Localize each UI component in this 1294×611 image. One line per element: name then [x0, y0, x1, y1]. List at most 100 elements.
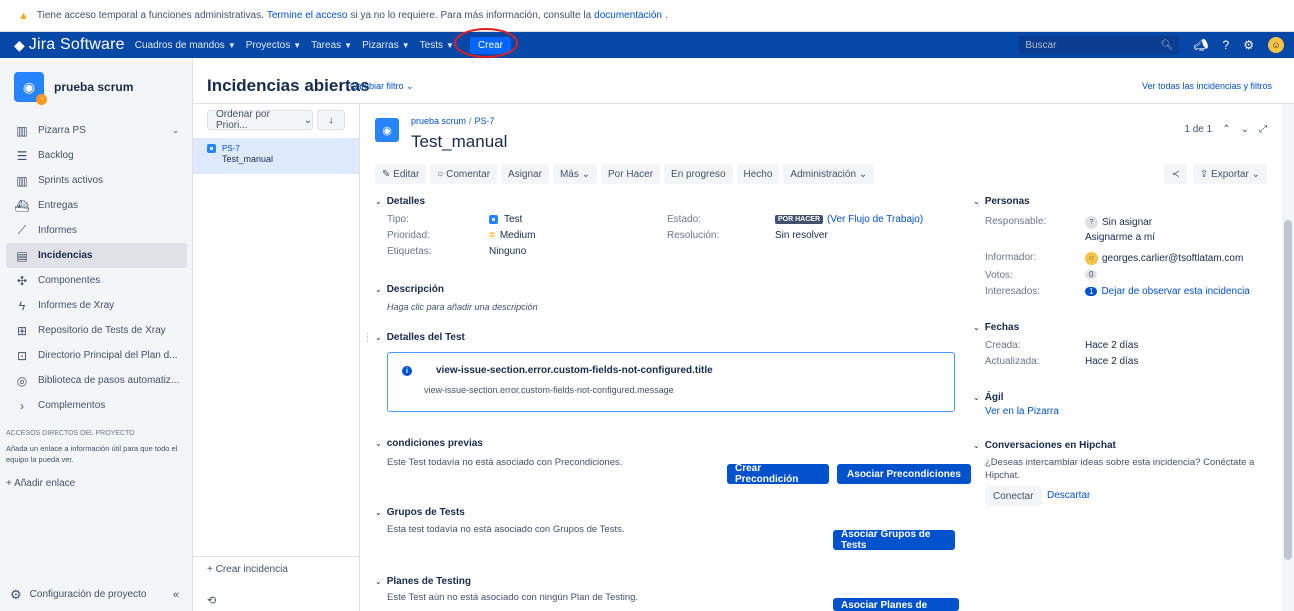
project-header[interactable]: ◉ ◔ prueba scrum [14, 72, 133, 105]
chevron-down-icon: ⌄ [303, 114, 312, 126]
edit-button[interactable]: ✎ Editar [375, 164, 427, 184]
change-filter-link[interactable]: Cambiar filtro ⌄ [350, 81, 414, 92]
votes-count: 0 [1085, 270, 1098, 279]
shortcuts-description: Añada un enlace a información útil para … [6, 444, 178, 464]
chevron-down-icon: ⌄ [581, 168, 591, 180]
assignee-value[interactable]: ? Sin asignar [1085, 216, 1152, 229]
votes-value[interactable]: 0 [1085, 270, 1098, 279]
sidebar-item-library[interactable]: ◎ Biblioteca de pasos automatiz... [6, 368, 187, 393]
search-input[interactable]: Buscar 🔍︎ [1019, 36, 1180, 54]
comment-button[interactable]: ○ Comentar [430, 164, 498, 184]
nav-projects[interactable]: Proyectos ▼ [246, 40, 301, 51]
chevron-down-icon: ⌄ [973, 197, 980, 206]
test-plans-heading[interactable]: ⌄ Planes de Testing [375, 576, 471, 587]
scroll-thumb[interactable] [1284, 220, 1292, 560]
view-all-link[interactable]: Ver todas las incidencias y filtros [1142, 81, 1272, 91]
backlog-icon: ☰ [16, 148, 28, 163]
ship-icon: ⛴ [14, 198, 30, 213]
sidebar-item-reports[interactable]: ⟋ Informes [6, 218, 187, 243]
view-on-board-link[interactable]: Ver en la Pizarra [985, 406, 1059, 417]
chevron-down-icon: ⌄ [375, 197, 382, 206]
sidebar-item-backlog[interactable]: ☰ Backlog [6, 143, 187, 168]
sidebar-item-issues[interactable]: ▤ Incidencias [6, 243, 187, 268]
connect-button[interactable]: Conectar [985, 486, 1042, 506]
project-avatar-small[interactable]: ◉ [375, 118, 399, 142]
project-settings[interactable]: ⚙ Configuración de proyecto « [0, 578, 193, 611]
reporter-value[interactable]: ☺ georges.carlier@tsoftlatam.com [1085, 252, 1243, 265]
description-heading[interactable]: ⌄ Descripción [375, 284, 444, 295]
nav-tests[interactable]: Tests ▼ [420, 40, 454, 51]
logo-text: Jira Software [28, 36, 125, 53]
done-button[interactable]: Hecho [736, 164, 780, 184]
todo-button[interactable]: Por Hacer [601, 164, 661, 184]
project-badge-icon: ◔ [36, 94, 47, 105]
notifications-icon[interactable]: 📣︎ [1193, 38, 1208, 52]
gear-icon[interactable]: ⚙ [1243, 38, 1254, 52]
scrollbar[interactable] [1282, 104, 1294, 611]
sidebar-item-components[interactable]: ✣ Componentes [6, 268, 187, 293]
assign-button[interactable]: Asignar [501, 164, 549, 184]
priority-value: = Medium [489, 230, 536, 241]
associate-test-groups-button[interactable]: Asociar Grupos de Tests [833, 529, 955, 551]
in-progress-button[interactable]: En progreso [664, 164, 733, 184]
help-icon[interactable]: ? [1223, 38, 1230, 52]
reporter-label: Informador: [985, 252, 1037, 263]
drag-handle-icon[interactable]: ⋮ [363, 332, 372, 343]
created-label: Creada: [985, 340, 1021, 351]
end-access-link[interactable]: Termine el acceso [267, 10, 348, 21]
sidebar-item-board[interactable]: ▥ Pizarra PS ⌄ [6, 118, 187, 143]
sidebar-item-xray-reports[interactable]: ϟ Informes de Xray [6, 293, 187, 318]
sidebar-item-plan-dir[interactable]: ⊡ Directorio Principal del Plan d... [6, 343, 187, 368]
collapse-sidebar-icon[interactable]: « [173, 589, 179, 601]
sidebar-item-addons[interactable]: › Complementos [6, 393, 187, 418]
agile-heading[interactable]: ⌄ Ágil [973, 392, 1004, 403]
assign-me-link[interactable]: Asignarme a mí [1085, 232, 1155, 243]
status-value: POR HACER (Ver Flujo de Trabajo) [775, 214, 923, 225]
user-avatar[interactable]: ☺ [1268, 37, 1284, 53]
sort-direction-button[interactable]: ↓ [317, 110, 345, 130]
create-issue-link[interactable]: + Crear incidencia [207, 564, 288, 575]
status-label: Estado: [667, 214, 701, 225]
jira-logo[interactable]: ◆ Jira Software [14, 36, 125, 54]
nav-boards[interactable]: Pizarras ▼ [362, 40, 410, 51]
message-title: view-issue-section.error.custom-fields-n… [436, 365, 713, 376]
nav-dashboards[interactable]: Cuadros de mandos ▼ [135, 40, 236, 51]
create-precondition-button[interactable]: Crear Precondición [727, 463, 829, 485]
dates-heading[interactable]: ⌄ Fechas [973, 322, 1019, 333]
search-placeholder: Buscar [1025, 39, 1057, 51]
workflow-link[interactable]: (Ver Flujo de Trabajo) [827, 214, 923, 225]
jira-logo-icon: ◆ [14, 36, 25, 53]
sidebar-item-xray-repo[interactable]: ⊞ Repositorio de Tests de Xray [6, 318, 187, 343]
details-heading[interactable]: ⌄ Detalles [375, 196, 425, 207]
list-item[interactable]: PS-7 Test_manual [193, 138, 359, 174]
sidebar-item-sprints[interactable]: ▥ Sprints activos [6, 168, 187, 193]
add-link[interactable]: + Añadir enlace [6, 478, 75, 489]
shortcuts-title: ACCESOS DIRECTOS DEL PROYECTO [6, 430, 135, 437]
order-dropdown[interactable]: Ordenar por Priori... ⌄ [207, 109, 313, 131]
breadcrumb-project[interactable]: prueba scrum [411, 116, 466, 126]
status-badge: POR HACER [775, 215, 824, 224]
nav-issues[interactable]: Tareas ▼ [311, 40, 352, 51]
more-button[interactable]: Más ⌄ [552, 164, 598, 184]
associate-preconditions-button[interactable]: Asociar Precondiciones [837, 464, 971, 484]
sidebar-nav: ▥ Pizarra PS ⌄ ☰ Backlog ▥ Sprints activos ⛴… [6, 118, 187, 418]
updated-label: Actualizada: [985, 356, 1040, 367]
breadcrumb-key[interactable]: PS-7 [475, 116, 495, 126]
sidebar-item-releases[interactable]: ⛴ Entregas [6, 193, 187, 218]
people-heading[interactable]: ⌄ Personas [973, 196, 1030, 207]
test-details-heading[interactable]: ⌄ Detalles del Test [375, 332, 465, 343]
issue-summary: Test_manual [222, 154, 274, 164]
admin-button[interactable]: Administración ⌄ [783, 164, 875, 184]
documentation-link[interactable]: documentación [594, 10, 662, 21]
labels-value[interactable]: Ninguno [489, 246, 526, 257]
associate-test-plans-button[interactable]: Asociar Planes de Testing [833, 598, 959, 611]
description-field[interactable]: Haga clic para añadir una descripción [387, 302, 538, 312]
stop-watching-link[interactable]: Dejar de observar esta incidencia [1101, 286, 1249, 297]
discard-link[interactable]: Descartar [1047, 490, 1090, 501]
hipchat-heading[interactable]: ⌄ Conversaciones en Hipchat [973, 440, 1116, 451]
preconditions-heading[interactable]: ⌄ condiciones previas [375, 438, 483, 449]
type-label: Tipo: [387, 214, 409, 225]
refresh-icon[interactable]: ⟲ [207, 594, 216, 607]
banner-text-middle: si ya no lo requiere. Para más informaci… [350, 10, 592, 21]
test-groups-heading[interactable]: ⌄ Grupos de Tests [375, 507, 465, 518]
